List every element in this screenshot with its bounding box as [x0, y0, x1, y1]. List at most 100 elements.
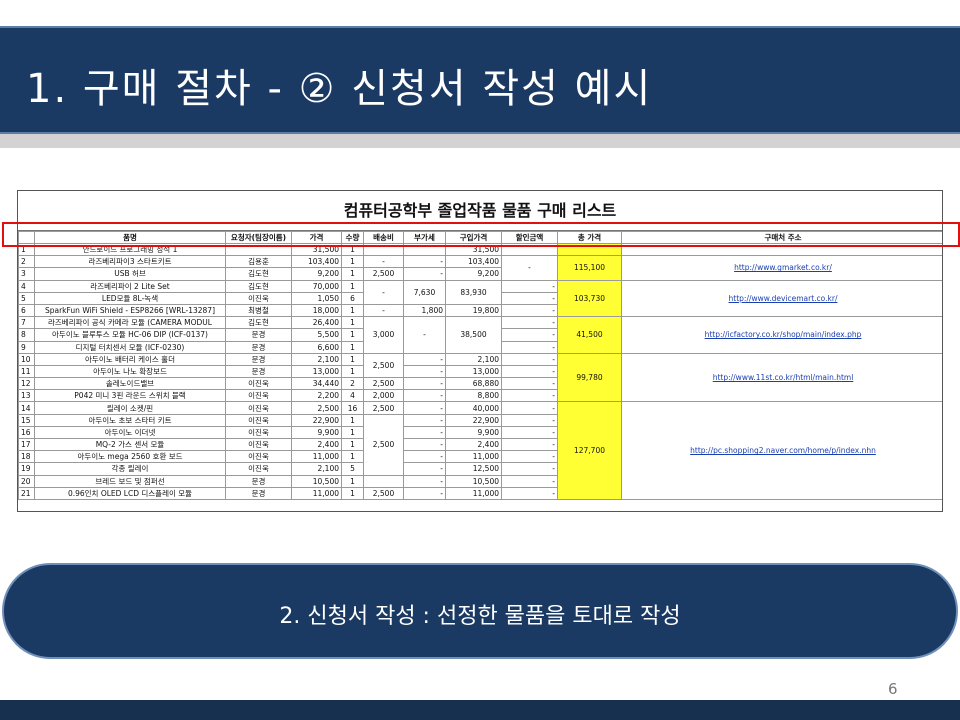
- price: 6,600: [291, 340, 342, 354]
- quantity: 2: [341, 377, 364, 391]
- vendor-link[interactable]: http://pc.shopping2.naver.com/home/p/ind…: [690, 446, 876, 455]
- vendor-url[interactable]: http://www.devicemart.co.kr/: [621, 279, 942, 318]
- vat: -: [403, 486, 446, 500]
- item-name: SparkFun WiFi Shield - ESP8266 [WRL-1328…: [34, 303, 226, 318]
- item-name: 아두이노 배터리 케이스 홀더: [34, 352, 226, 366]
- purchase-price: 2,400: [445, 437, 502, 452]
- quantity: 1: [341, 364, 364, 379]
- item-name: 라즈베리파이3 스타트키트: [34, 255, 226, 269]
- discount: -: [501, 303, 558, 318]
- quantity: 6: [341, 291, 364, 305]
- vat: -: [403, 352, 446, 366]
- row-no: 8: [18, 328, 35, 342]
- discount: -: [501, 279, 558, 293]
- item-name: 라즈베리파이 공식 카메라 모듈 (CAMERA MODUL: [34, 316, 226, 330]
- vendor-url[interactable]: http://pc.shopping2.naver.com/home/p/ind…: [621, 401, 942, 500]
- item-name: 브레드 보드 및 점퍼선: [34, 474, 226, 488]
- purchase-price: 13,000: [445, 364, 502, 379]
- purchase-price: 68,880: [445, 377, 502, 391]
- shipping: 2,500: [363, 352, 404, 379]
- requester: 김용훈: [225, 255, 292, 269]
- discount: -: [501, 486, 558, 500]
- requester: 이진욱: [225, 377, 292, 391]
- row-no: 4: [18, 279, 35, 293]
- discount: -: [501, 462, 558, 476]
- vat: -: [403, 255, 446, 269]
- vat: -: [403, 462, 446, 476]
- quantity: 1: [341, 450, 364, 464]
- requester: 문경: [225, 340, 292, 354]
- item-name: 릴레이 소켓/핀: [34, 401, 226, 415]
- price: 34,440: [291, 377, 342, 391]
- price: 9,200: [291, 267, 342, 281]
- purchase-price: 40,000: [445, 401, 502, 415]
- row-no: 20: [18, 474, 35, 488]
- vat: -: [403, 450, 446, 464]
- discount: -: [501, 389, 558, 403]
- item-name: USB 허브: [34, 267, 226, 281]
- row-no: 17: [18, 437, 35, 452]
- row-no: 5: [18, 291, 35, 305]
- vat: -: [403, 364, 446, 379]
- vendor-url[interactable]: http://www.11st.co.kr/html/main.html: [621, 352, 942, 403]
- discount: -: [501, 255, 558, 281]
- table-row: 2 라즈베리파이3 스타트키트 김용훈 103,400 1 - - 103,40…: [18, 255, 942, 281]
- table-row: 14 릴레이 소켓/핀 이진욱 2,500 16 2,500 - 40,000 …: [18, 401, 942, 500]
- vendor-link[interactable]: http://www.devicemart.co.kr/: [729, 294, 838, 303]
- row-no: 7: [18, 316, 35, 330]
- shipping: [363, 474, 404, 488]
- row-no: 13: [18, 389, 35, 403]
- purchase-price: 19,800: [445, 303, 502, 318]
- requester: 이진욱: [225, 401, 292, 415]
- price: 2,200: [291, 389, 342, 403]
- vendor-link[interactable]: http://www.11st.co.kr/html/main.html: [713, 373, 854, 382]
- item-name: 아두이노 mega 2560 호환 보드: [34, 450, 226, 464]
- price: 18,000: [291, 303, 342, 318]
- shipping: 2,500: [363, 413, 404, 476]
- row-no: 18: [18, 450, 35, 464]
- purchase-price: 12,500: [445, 462, 502, 476]
- vendor-link[interactable]: http://www.gmarket.co.kr/: [734, 263, 832, 272]
- price: 22,900: [291, 413, 342, 427]
- header-highlight-box: [2, 222, 960, 247]
- row-no: 6: [18, 303, 35, 318]
- vat: -: [403, 474, 446, 488]
- discount: -: [501, 291, 558, 305]
- table-row: 4 라즈베리파이 2 Lite Set 김도현 70,000 1 - 7,630…: [18, 279, 942, 318]
- shipping: 3,000: [363, 316, 404, 354]
- vendor-url[interactable]: http://icfactory.co.kr/shop/main/index.p…: [621, 316, 942, 354]
- item-name: 아두이노 블루투스 모듈 HC-06 DIP (ICF-0137): [34, 328, 226, 342]
- quantity: 1: [341, 425, 364, 440]
- quantity: 1: [341, 413, 364, 427]
- item-name: 0.96인치 OLED LCD 디스플레이 모듈: [34, 486, 226, 500]
- item-name: MQ-2 가스 센서 모듈: [34, 437, 226, 452]
- vat: -: [403, 267, 446, 281]
- shipping: 2,500: [363, 486, 404, 500]
- quantity: 1: [341, 352, 364, 366]
- vat: -: [403, 389, 446, 403]
- vendor-url[interactable]: http://www.gmarket.co.kr/: [621, 255, 942, 281]
- quantity: 1: [341, 303, 364, 318]
- row-no: 16: [18, 425, 35, 440]
- price: 5,500: [291, 328, 342, 342]
- requester: 문경: [225, 328, 292, 342]
- price: 70,000: [291, 279, 342, 293]
- quantity: 1: [341, 437, 364, 452]
- requester: 김도현: [225, 279, 292, 293]
- shipping: 2,500: [363, 267, 404, 281]
- item-name: LED모듈 8L-녹색: [34, 291, 226, 305]
- requester: 김도현: [225, 267, 292, 281]
- requester: 문경: [225, 486, 292, 500]
- discount: -: [501, 340, 558, 354]
- purchase-price: 22,900: [445, 413, 502, 427]
- purchase-price: 83,930: [445, 279, 502, 305]
- price: 26,400: [291, 316, 342, 330]
- row-no: 12: [18, 377, 35, 391]
- table-row: 10 아두이노 배터리 케이스 홀더 문경 2,100 1 2,500 - 2,…: [18, 352, 942, 403]
- purchase-price: 11,000: [445, 486, 502, 500]
- vendor-link[interactable]: http://icfactory.co.kr/shop/main/index.p…: [705, 330, 862, 339]
- vat: -: [403, 316, 446, 354]
- quantity: 1: [341, 474, 364, 488]
- vat: 1,800: [403, 303, 446, 318]
- quantity: 1: [341, 486, 364, 500]
